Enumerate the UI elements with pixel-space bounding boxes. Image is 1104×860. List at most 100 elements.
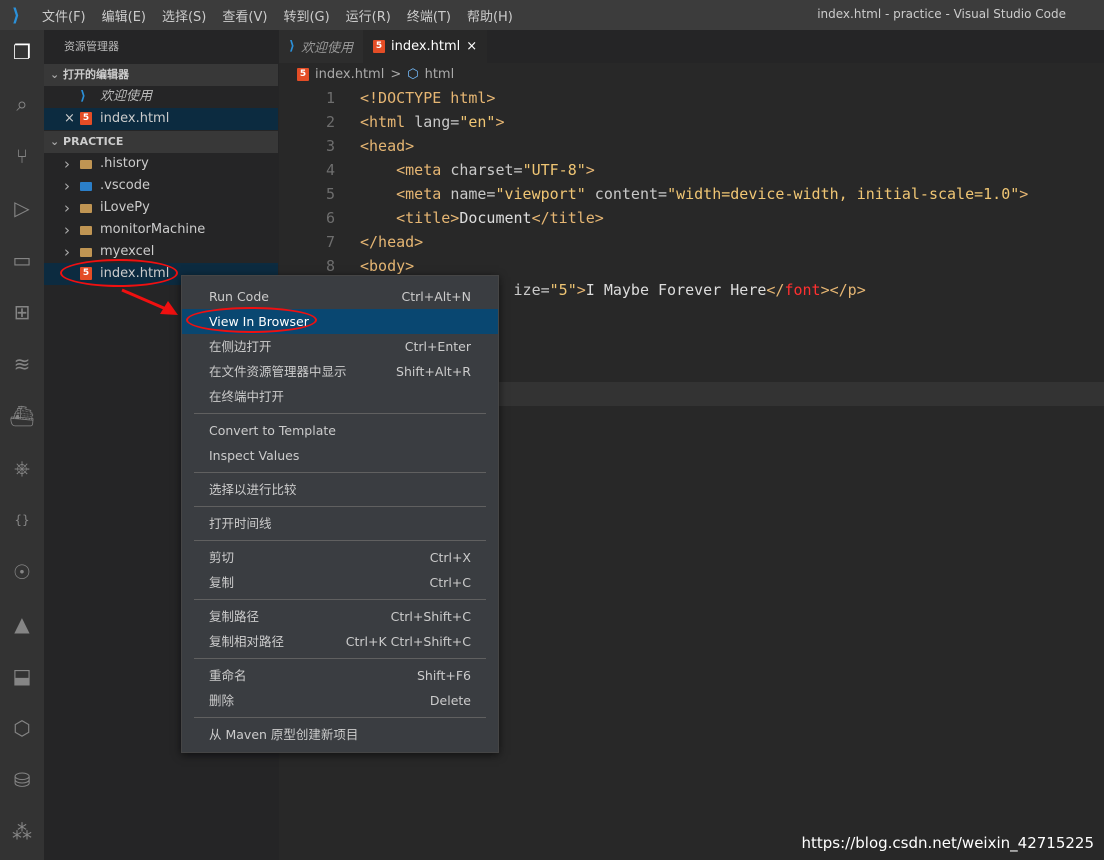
menu-1[interactable]: 编辑(E) (94, 6, 154, 25)
annotation-circle (60, 259, 178, 287)
practice-section[interactable]: ⌄ PRACTICE (44, 131, 278, 153)
open-editor-index[interactable]: × 5 index.html (44, 108, 278, 130)
tab-label: 欢迎使用 (300, 41, 353, 56)
menu-item-label: 从 Maven 原型创建新项目 (209, 727, 359, 742)
line-text: <title>Document</title> (360, 206, 604, 230)
open-editors-section[interactable]: ⌄ 打开的编辑器 (44, 64, 278, 86)
title-bar: ⟩ 文件(F) 编辑(E) 选择(S) 查看(V) 转到(G) 运行(R) 终端(T) 帮助(… (0, 0, 1104, 30)
menu-4[interactable]: 转到(G) (275, 6, 337, 25)
code-token: <head> (360, 137, 415, 155)
graph-icon[interactable]: ⁂ (0, 812, 44, 852)
context-menu-item[interactable]: 选择以进行比较 (182, 477, 498, 502)
close-icon[interactable]: × (64, 108, 75, 130)
context-menu-item[interactable]: 在文件资源管理器中显示 Shift+Alt+R (182, 359, 498, 384)
tab-bar: ⟩ 欢迎使用 5 index.html × (279, 30, 1104, 63)
menu-item-shortcut: Shift+Alt+R (396, 364, 471, 379)
package-icon[interactable]: ⬡ (0, 708, 44, 748)
run-debug-icon[interactable]: ▷ (0, 188, 44, 228)
menu-2[interactable]: 选择(S) (154, 6, 214, 25)
menu-item-label: 在终端中打开 (209, 389, 285, 404)
search-icon[interactable]: ⌕ (0, 84, 44, 124)
tree-item-label: iLovePy (100, 200, 150, 215)
context-menu-item[interactable]: 从 Maven 原型创建新项目 (182, 722, 498, 747)
context-menu-item[interactable]: Inspect Values (182, 443, 498, 468)
context-menu-item[interactable]: 在侧边打开 Ctrl+Enter (182, 334, 498, 359)
code-token: ize= (513, 281, 550, 299)
code-token: > (576, 281, 586, 299)
tree-item[interactable]: › .history (44, 153, 278, 175)
context-menu-item[interactable]: 复制相对路径 Ctrl+K Ctrl+Shift+C (182, 629, 498, 654)
open-editor-label: index.html (100, 111, 170, 126)
context-menu-item[interactable]: 在终端中打开 (182, 384, 498, 409)
code-token: <meta (396, 161, 451, 179)
breadcrumb-symbol[interactable]: html (425, 67, 455, 82)
tab-index-html[interactable]: 5 index.html × (362, 30, 488, 63)
line-text: <!DOCTYPE html> (360, 86, 495, 110)
tree-item[interactable]: › monitorMachine (44, 219, 278, 241)
code-token: I Maybe Forever Here (585, 281, 767, 299)
menu-3[interactable]: 查看(V) (214, 6, 275, 25)
menu-item-shortcut: Ctrl+C (429, 575, 471, 590)
code-token: "5" (549, 281, 577, 299)
layers-icon[interactable]: ≋ (0, 344, 44, 384)
tree-item[interactable]: › myexcel (44, 241, 278, 263)
line-text: <head> (360, 134, 414, 158)
menu-separator (194, 472, 486, 473)
menu-0[interactable]: 文件(F) (34, 6, 94, 25)
line-text: <meta charset="UTF-8"> (360, 158, 595, 182)
explorer-icon[interactable]: ❐ (0, 32, 44, 72)
database-icon[interactable]: ⛁ (0, 760, 44, 800)
line-text: <html lang="en"> (360, 110, 505, 134)
context-menu-item[interactable]: 复制路径 Ctrl+Shift+C (182, 604, 498, 629)
vscode-logo-icon: ⟩ (11, 4, 21, 26)
open-editor-welcome[interactable]: ⟩ 欢迎使用 (44, 86, 278, 108)
close-icon[interactable]: × (466, 39, 477, 54)
code-token: <body> (360, 257, 415, 275)
open-editor-label: 欢迎使用 (100, 89, 153, 104)
context-menu-item[interactable]: 剪切 Ctrl+X (182, 545, 498, 570)
remote-explorer-icon[interactable]: ▭ (0, 240, 44, 280)
code-token: ></p> (820, 281, 866, 299)
context-menu-item[interactable]: 重命名 Shift+F6 (182, 663, 498, 688)
code-token: Document (459, 209, 532, 227)
tree-item[interactable]: › .vscode (44, 175, 278, 197)
azure-icon[interactable]: ▲ (0, 604, 44, 644)
code-line: 3 <head> (279, 134, 1104, 158)
extensions-icon[interactable]: ⊞ (0, 292, 44, 332)
tree-item[interactable]: › iLovePy (44, 197, 278, 219)
explorer-title: 资源管理器 (64, 40, 119, 53)
code-token: > (495, 113, 505, 131)
context-menu-item[interactable]: Run Code Ctrl+Alt+N (182, 284, 498, 309)
window-title: index.html - practice - Visual Studio Co… (817, 7, 1066, 21)
code-token: name= (450, 185, 496, 203)
tab-welcome[interactable]: ⟩ 欢迎使用 (279, 30, 363, 63)
context-menu-item[interactable]: 复制 Ctrl+C (182, 570, 498, 595)
context-menu-item[interactable]: 删除 Delete (182, 688, 498, 713)
code-editor[interactable]: 1 <!DOCTYPE html> 2 <html lang="en"> 3 <head>… (279, 86, 1104, 406)
code-token: "en" (459, 113, 496, 131)
activity-bar: ❐ ⌕ ⑂ ▷ ▭ ⊞ ≋ ⛴ ⎈ {} ☉ ▲ ⬓ ⬡ ⛁ ⁂ (0, 30, 44, 860)
html5-icon: 5 (297, 68, 309, 81)
vscode-folder-icon (80, 182, 92, 191)
kubernetes-icon[interactable]: ⎈ (0, 448, 44, 488)
menu-6[interactable]: 终端(T) (399, 6, 459, 25)
symbol-icon: ⬡ (407, 67, 419, 82)
code-line: 4 <meta charset="UTF-8"> (279, 158, 1104, 182)
tree-item-label: monitorMachine (100, 222, 206, 237)
json-icon[interactable]: {} (0, 500, 44, 540)
deploy-icon[interactable]: ⬓ (0, 656, 44, 696)
menu-separator (194, 413, 486, 414)
docker-icon[interactable]: ⛴ (0, 396, 44, 436)
menu-5[interactable]: 运行(R) (338, 6, 399, 25)
context-menu-item[interactable]: Convert to Template (182, 418, 498, 443)
context-menu-item[interactable]: 打开时间线 (182, 511, 498, 536)
jupyter-icon[interactable]: ☉ (0, 552, 44, 592)
menu-item-label: Convert to Template (209, 423, 336, 438)
menu-item-label: 在侧边打开 (209, 339, 272, 354)
breadcrumb-file[interactable]: index.html (315, 67, 384, 82)
menu-7[interactable]: 帮助(H) (459, 6, 521, 25)
code-token: "viewport" (495, 185, 586, 203)
chevron-right-icon: › (64, 199, 70, 217)
source-control-icon[interactable]: ⑂ (0, 136, 44, 176)
